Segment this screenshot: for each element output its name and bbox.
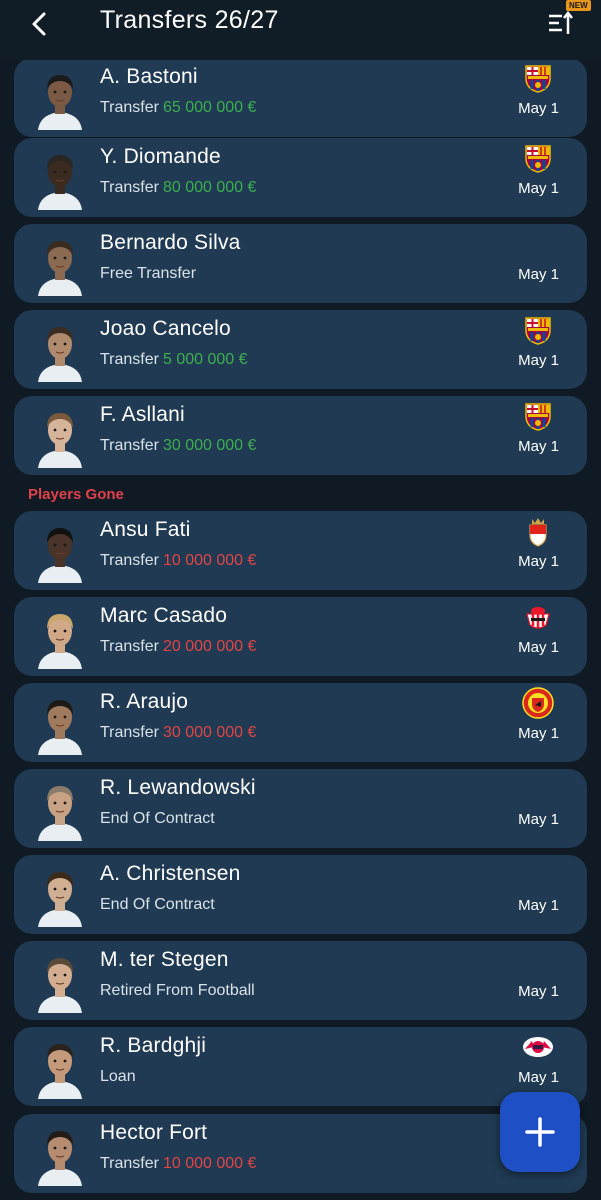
player-name: R. Bardghji xyxy=(100,1034,207,1057)
transfer-type: Transfer 30 000 000 € xyxy=(100,437,256,455)
transfer-date: May 1 xyxy=(518,725,559,742)
transfer-type-label: Retired From Football xyxy=(100,982,255,999)
transfer-date: May 1 xyxy=(518,266,559,283)
man-united-crest-icon xyxy=(522,687,554,719)
section-heading-players-gone: Players Gone xyxy=(28,486,124,503)
transfer-date: May 1 xyxy=(518,180,559,197)
transfer-fee: 30 000 000 € xyxy=(162,724,257,741)
player-avatar xyxy=(36,607,84,669)
player-name: R. Araujo xyxy=(100,690,189,713)
barcelona-crest-icon xyxy=(522,142,554,174)
new-badge: NEW xyxy=(566,0,591,11)
add-transfer-button[interactable] xyxy=(500,1092,580,1172)
monaco-crest-icon xyxy=(522,515,554,547)
app-header: Transfers 26/27 NEW xyxy=(0,0,601,60)
transfer-date: May 1 xyxy=(518,639,559,656)
transfer-date: May 1 xyxy=(518,983,559,1000)
transfer-fee: 10 000 000 € xyxy=(162,552,257,569)
transfer-fee: 65 000 000 € xyxy=(162,99,257,116)
player-avatar xyxy=(36,951,84,1013)
player-avatar xyxy=(36,693,84,755)
back-arrow-icon[interactable] xyxy=(28,10,52,38)
transfer-type: Transfer 20 000 000 € xyxy=(100,638,256,656)
transfer-fee: 10 000 000 € xyxy=(162,1155,257,1172)
transfer-type: End Of Contract xyxy=(100,896,215,914)
barcelona-crest-icon xyxy=(522,314,554,346)
transfer-card[interactable]: Bernardo Silva Free Transfer May 1 xyxy=(14,224,587,303)
transfer-type-label: Transfer xyxy=(100,552,159,569)
player-avatar xyxy=(36,1037,84,1099)
transfer-type-label: Loan xyxy=(100,1068,136,1085)
transfer-date: May 1 xyxy=(518,897,559,914)
sort-lines-icon[interactable] xyxy=(546,8,576,38)
player-avatar xyxy=(36,234,84,296)
player-avatar xyxy=(36,1124,84,1186)
player-name: Marc Casado xyxy=(100,604,228,627)
transfer-type-label: Transfer xyxy=(100,724,159,741)
transfer-type-label: Transfer xyxy=(100,179,159,196)
transfer-type-label: Free Transfer xyxy=(100,265,197,282)
transfer-card[interactable]: Marc Casado Transfer 20 000 000 € May 1 xyxy=(14,597,587,676)
player-avatar xyxy=(36,320,84,382)
transfer-card[interactable]: R. Araujo Transfer 30 000 000 € May 1 xyxy=(14,683,587,762)
transfer-card[interactable]: Joao Cancelo Transfer 5 000 000 € May 1 xyxy=(14,310,587,389)
player-name: F. Asllani xyxy=(100,403,185,426)
plus-icon xyxy=(525,1117,555,1147)
transfer-type-label: Transfer xyxy=(100,351,159,368)
transfer-card[interactable]: A. Christensen End Of Contract May 1 xyxy=(14,855,587,934)
player-avatar xyxy=(36,68,84,130)
player-name: R. Lewandowski xyxy=(100,776,256,799)
transfer-fee: 20 000 000 € xyxy=(162,638,257,655)
transfer-type: End Of Contract xyxy=(100,810,215,828)
player-name: Y. Diomande xyxy=(100,145,221,168)
transfer-date: May 1 xyxy=(518,1069,559,1086)
player-avatar xyxy=(36,865,84,927)
transfer-date: May 1 xyxy=(518,553,559,570)
transfer-date: May 1 xyxy=(518,352,559,369)
transfer-card[interactable]: Y. Diomande Transfer 80 000 000 € May 1 xyxy=(14,138,587,217)
player-name: Ansu Fati xyxy=(100,518,191,541)
transfer-fee: 80 000 000 € xyxy=(162,179,257,196)
transfer-type: Transfer 30 000 000 € xyxy=(100,724,256,742)
transfer-type-label: Transfer xyxy=(100,99,159,116)
player-avatar xyxy=(36,406,84,468)
transfer-type: Loan xyxy=(100,1068,136,1086)
player-name: A. Christensen xyxy=(100,862,241,885)
transfer-type-label: Transfer xyxy=(100,1155,159,1172)
player-name: Joao Cancelo xyxy=(100,317,231,340)
player-name: A. Bastoni xyxy=(100,65,198,88)
transfer-type: Transfer 5 000 000 € xyxy=(100,351,248,369)
transfer-date: May 1 xyxy=(518,438,559,455)
transfer-type: Free Transfer xyxy=(100,265,196,283)
transfer-type: Transfer 80 000 000 € xyxy=(100,179,256,197)
player-avatar xyxy=(36,779,84,841)
leipzig-crest-icon xyxy=(522,1031,554,1063)
transfer-type: Transfer 10 000 000 € xyxy=(100,1155,256,1173)
transfer-card[interactable]: R. Lewandowski End Of Contract May 1 xyxy=(14,769,587,848)
player-avatar xyxy=(36,148,84,210)
player-avatar xyxy=(36,521,84,583)
transfer-type-label: Transfer xyxy=(100,638,159,655)
player-name: M. ter Stegen xyxy=(100,948,229,971)
sunderland-crest-icon xyxy=(522,601,554,633)
page-title: Transfers 26/27 xyxy=(100,6,279,34)
transfer-type-label: End Of Contract xyxy=(100,810,215,827)
transfer-fee: 30 000 000 € xyxy=(162,437,257,454)
player-name: Bernardo Silva xyxy=(100,231,241,254)
transfer-type-label: End Of Contract xyxy=(100,896,215,913)
transfer-card[interactable]: Ansu Fati Transfer 10 000 000 € May 1 xyxy=(14,511,587,590)
barcelona-crest-icon xyxy=(522,400,554,432)
transfer-date: May 1 xyxy=(518,811,559,828)
transfer-date: May 1 xyxy=(518,100,559,117)
transfer-type: Transfer 10 000 000 € xyxy=(100,552,256,570)
transfer-card[interactable]: M. ter Stegen Retired From Football May 1 xyxy=(14,941,587,1020)
transfer-card[interactable]: F. Asllani Transfer 30 000 000 € May 1 xyxy=(14,396,587,475)
transfer-fee: 5 000 000 € xyxy=(162,351,248,368)
transfer-type-label: Transfer xyxy=(100,437,159,454)
player-name: Hector Fort xyxy=(100,1121,208,1144)
barcelona-crest-icon xyxy=(522,62,554,94)
transfer-card[interactable]: A. Bastoni Transfer 65 000 000 € May 1 xyxy=(14,58,587,137)
transfer-type: Retired From Football xyxy=(100,982,255,1000)
transfer-type: Transfer 65 000 000 € xyxy=(100,99,256,117)
